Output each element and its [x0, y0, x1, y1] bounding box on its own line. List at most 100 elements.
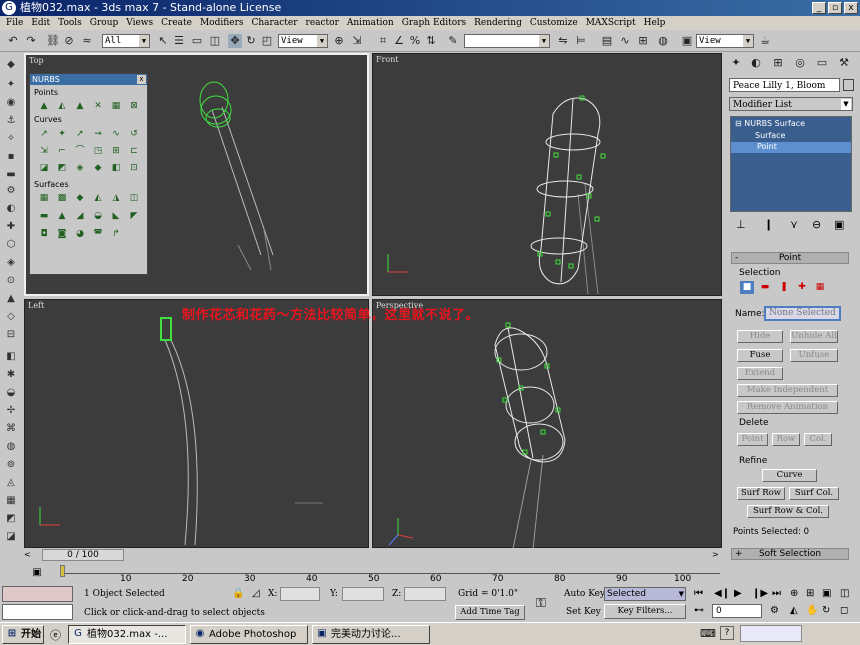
- ruled-surface-icon[interactable]: ◢: [74, 210, 86, 222]
- surf-row-col-button[interactable]: Surf Row & Col.: [747, 505, 829, 518]
- remove-animation-button[interactable]: Remove Animation: [737, 401, 838, 414]
- uv-loft-surface-icon[interactable]: ◤: [128, 210, 140, 222]
- select-manipulate-icon[interactable]: ⇲: [350, 34, 364, 48]
- cap-surface-icon[interactable]: ◒: [92, 210, 104, 222]
- pin-stack-icon[interactable]: ⊥: [736, 218, 746, 231]
- link-icon[interactable]: ⛓: [46, 34, 60, 48]
- stack-item-point[interactable]: Point: [731, 142, 851, 153]
- create-tool-icon[interactable]: ◆: [4, 58, 18, 71]
- reference-coordinate-dropdown[interactable]: View ▼: [278, 34, 328, 48]
- help-icon[interactable]: ?: [720, 626, 734, 640]
- key-mode-dropdown[interactable]: Selected ▼: [604, 587, 686, 601]
- tool-icon[interactable]: ▦: [4, 494, 18, 507]
- surface-curve-point-icon[interactable]: ⊠: [128, 100, 140, 112]
- move-icon[interactable]: ✥: [228, 34, 242, 48]
- menu-rendering[interactable]: Rendering: [470, 16, 526, 30]
- scale-icon[interactable]: ◰: [260, 34, 274, 48]
- undo-icon[interactable]: ↶: [6, 34, 20, 48]
- redo-icon[interactable]: ↷: [24, 34, 38, 48]
- y-coordinate-field[interactable]: [342, 587, 384, 601]
- lathe-surface-icon[interactable]: ▲: [56, 210, 68, 222]
- surf-col-button[interactable]: Surf Col.: [789, 487, 839, 500]
- close-icon[interactable]: x: [137, 75, 146, 84]
- slider-right-arrow-icon[interactable]: >: [712, 550, 719, 559]
- tool-icon[interactable]: ◩: [4, 512, 18, 525]
- transform-surface-icon[interactable]: ◆: [74, 192, 86, 204]
- maxscript-listener-white[interactable]: [2, 604, 73, 620]
- task-3dsmax[interactable]: G 植物032.max -...: [68, 625, 186, 644]
- column-of-points-icon[interactable]: ❚: [777, 281, 791, 294]
- delete-col-button[interactable]: Col.: [804, 433, 832, 446]
- fillet-curve-icon[interactable]: ⌒: [74, 145, 86, 157]
- offset-curve-icon[interactable]: ↺: [128, 128, 140, 140]
- percent-snap-icon[interactable]: %: [408, 34, 422, 48]
- configure-sets-icon[interactable]: ▣: [834, 218, 844, 231]
- tool-icon[interactable]: ⌘: [4, 422, 18, 435]
- edit-named-selection-icon[interactable]: ✎: [446, 34, 460, 48]
- cv-surface-icon[interactable]: ▦: [38, 192, 50, 204]
- rectangular-selection-icon[interactable]: ▭: [190, 34, 204, 48]
- time-slider-thumb[interactable]: 0 / 100: [42, 549, 124, 561]
- row-of-points-icon[interactable]: ▬: [758, 281, 772, 294]
- menu-maxscript[interactable]: MAXScript: [582, 16, 640, 30]
- iso-curve-icon[interactable]: ⊞: [110, 145, 122, 157]
- point-rollout-header[interactable]: - Point: [731, 252, 849, 264]
- menu-edit[interactable]: Edit: [27, 16, 54, 30]
- offset-surface-icon[interactable]: ◮: [110, 192, 122, 204]
- rail-sweep-icon[interactable]: ◘: [38, 228, 50, 240]
- fuse-button[interactable]: Fuse: [737, 349, 783, 362]
- absolute-mode-icon[interactable]: ◿: [252, 588, 260, 599]
- multicurve-trim-icon[interactable]: ◚: [92, 228, 104, 240]
- hide-button[interactable]: Hide: [737, 330, 783, 343]
- field-of-view-icon[interactable]: ◭: [790, 605, 798, 616]
- tool-icon[interactable]: ◪: [4, 530, 18, 543]
- z-coordinate-field[interactable]: [404, 587, 446, 601]
- go-to-end-icon[interactable]: ⏭: [772, 588, 781, 599]
- u-loft-surface-icon[interactable]: ◣: [110, 210, 122, 222]
- menu-customize[interactable]: Customize: [526, 16, 582, 30]
- create-tab-icon[interactable]: ✦: [728, 55, 744, 71]
- surface-point-icon[interactable]: ▦: [110, 100, 122, 112]
- time-slider[interactable]: < 0 / 100 >: [22, 548, 722, 562]
- surface-edge-curve-icon[interactable]: ◳: [92, 145, 104, 157]
- auto-key-button[interactable]: Auto Key: [564, 589, 605, 599]
- show-end-result-icon[interactable]: ❙: [764, 218, 773, 231]
- row-and-column-icon[interactable]: ✚: [795, 281, 809, 294]
- tool-icon[interactable]: ✦: [4, 78, 18, 91]
- key-filters-button[interactable]: Key Filters...: [604, 604, 686, 619]
- make-independent-button[interactable]: Make Independent: [737, 384, 838, 397]
- unhide-all-button[interactable]: Unhide All: [790, 330, 838, 343]
- arc-rotate-icon[interactable]: ↻: [822, 605, 830, 616]
- selection-filter-dropdown[interactable]: All ▼: [102, 34, 150, 48]
- menu-file[interactable]: File: [2, 16, 27, 30]
- slider-left-arrow-icon[interactable]: <: [24, 550, 31, 559]
- modifier-list-dropdown[interactable]: Modifier List ▼: [729, 97, 853, 111]
- tool-icon[interactable]: ◉: [4, 96, 18, 109]
- current-frame-marker[interactable]: [60, 565, 65, 577]
- menu-graph-editors[interactable]: Graph Editors: [398, 16, 470, 30]
- curve-curve-point-icon[interactable]: ✕: [92, 100, 104, 112]
- rotate-icon[interactable]: ↻: [244, 34, 258, 48]
- tool-icon[interactable]: ✱: [4, 368, 18, 381]
- zoom-extents-all-icon[interactable]: ◫: [840, 588, 849, 599]
- two-rail-sweep-icon[interactable]: ◙: [56, 228, 68, 240]
- menu-group[interactable]: Group: [86, 16, 122, 30]
- stack-item-surface[interactable]: Surface: [755, 131, 785, 140]
- render-view-dropdown[interactable]: View ▼: [696, 34, 754, 48]
- task-photoshop[interactable]: ◉ Adobe Photoshop: [190, 625, 308, 644]
- tool-icon[interactable]: ◐: [4, 202, 18, 215]
- hierarchy-tab-icon[interactable]: ⊞: [770, 55, 786, 71]
- curve-point-icon[interactable]: ▲: [74, 100, 86, 112]
- add-time-tag-button[interactable]: Add Time Tag: [455, 605, 525, 620]
- stack-item-nurbs-surface[interactable]: ⊟ NURBS Surface: [735, 119, 805, 128]
- remove-modifier-icon[interactable]: ⊖: [812, 218, 821, 231]
- tool-icon[interactable]: ◇: [4, 310, 18, 323]
- surface-offset-curve-icon[interactable]: ◧: [110, 162, 122, 174]
- named-selection-dropdown[interactable]: ▼: [464, 34, 550, 48]
- tool-icon[interactable]: ⬡: [4, 238, 18, 251]
- unlink-icon[interactable]: ⊘: [62, 34, 76, 48]
- select-object-icon[interactable]: ↖: [156, 34, 170, 48]
- motion-tab-icon[interactable]: ◎: [792, 55, 808, 71]
- tool-icon[interactable]: ⊙: [4, 274, 18, 287]
- zoom-all-icon[interactable]: ⊞: [806, 588, 814, 599]
